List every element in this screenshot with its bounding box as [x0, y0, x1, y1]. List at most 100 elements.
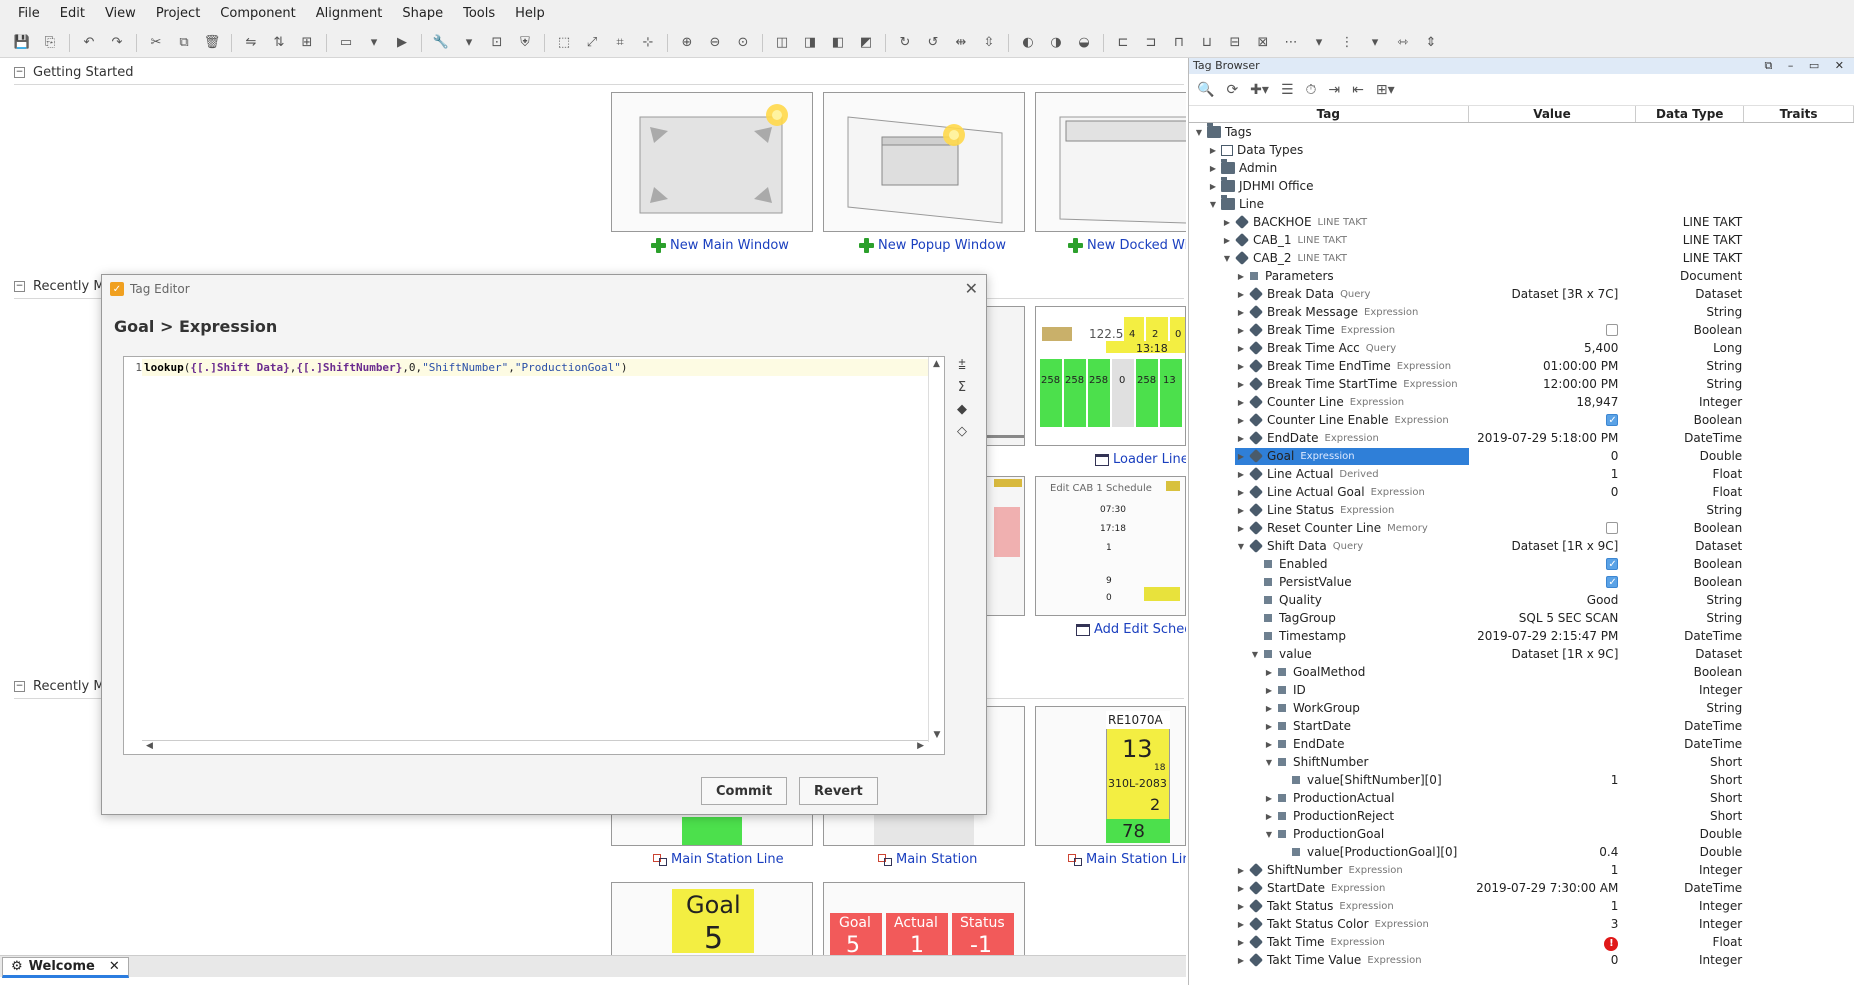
- function-sigma-icon[interactable]: Σ: [958, 380, 966, 395]
- vertical-scrollbar[interactable]: ▲ ▼: [928, 357, 944, 742]
- horizontal-scrollbar[interactable]: ◀ ▶: [142, 740, 928, 754]
- table-view-icon[interactable]: ⊞▾: [1376, 82, 1395, 98]
- collapsed-arrow-icon[interactable]: ▶: [1235, 380, 1247, 389]
- tag-row[interactable]: ▼ ProductionGoal Double: [1189, 825, 1854, 843]
- zoom-reset-icon[interactable]: ⊙: [731, 32, 755, 54]
- tag-row[interactable]: Timestamp 2019-07-29 2:15:47 PM DateTime: [1189, 627, 1854, 645]
- scroll-left-icon[interactable]: ◀: [146, 741, 153, 751]
- collapse-icon[interactable]: −: [14, 66, 25, 78]
- stack-icon[interactable]: ☰: [1281, 82, 1294, 98]
- history-icon[interactable]: ⏱: [1306, 82, 1317, 98]
- undo-icon[interactable]: ↶: [77, 32, 101, 54]
- tag-row[interactable]: ▶ Counter Line Enable Expression Boolean: [1189, 411, 1854, 430]
- collapsed-arrow-icon[interactable]: ▶: [1207, 182, 1219, 191]
- collapsed-arrow-icon[interactable]: ▶: [1235, 434, 1247, 443]
- tab-welcome[interactable]: ⚙ Welcome ✕: [2, 957, 129, 978]
- scroll-right-icon[interactable]: ▶: [917, 741, 924, 751]
- align-left-icon[interactable]: ⊏: [1111, 32, 1135, 54]
- menu-project[interactable]: Project: [146, 0, 210, 28]
- tag-row[interactable]: ▶ ShiftNumber Expression 1 Integer: [1189, 861, 1854, 879]
- tag-row[interactable]: ▶ WorkGroup String: [1189, 699, 1854, 717]
- tag-row[interactable]: ▶ Admin: [1189, 159, 1854, 177]
- collapse-icon[interactable]: −: [14, 680, 25, 692]
- flip-vertical-icon[interactable]: ⇅: [267, 32, 291, 54]
- section-recently-modified-2[interactable]: − Recently Mo: [14, 676, 113, 696]
- distribute-icon[interactable]: ⋯: [1279, 32, 1303, 54]
- collapsed-arrow-icon[interactable]: ▶: [1235, 308, 1247, 317]
- tag-row[interactable]: ▶ ProductionActual Short: [1189, 789, 1854, 807]
- crop-icon[interactable]: ⌗: [608, 32, 632, 54]
- panel-titlebar[interactable]: Tag Browser ⧉ – ▭ ✕: [1189, 58, 1854, 74]
- difference-icon[interactable]: ◑: [1044, 32, 1068, 54]
- tag-label-group[interactable]: value[ShiftNumber][0]: [1277, 772, 1469, 789]
- expanded-arrow-icon[interactable]: ▼: [1263, 758, 1275, 767]
- collapsed-arrow-icon[interactable]: ▶: [1235, 488, 1247, 497]
- collapsed-arrow-icon[interactable]: ▶: [1221, 236, 1233, 245]
- collapsed-arrow-icon[interactable]: ▶: [1235, 956, 1247, 965]
- dropdown-icon[interactable]: ▾: [457, 32, 481, 54]
- tag-row[interactable]: ▶ Reset Counter Line Memory Boolean: [1189, 519, 1854, 537]
- new-popup-window-card[interactable]: [823, 92, 1025, 232]
- shield-icon[interactable]: ⛨: [513, 32, 537, 54]
- play-icon[interactable]: ▶: [390, 32, 414, 54]
- tag-label-group[interactable]: ▶ Counter Line Enable Expression: [1235, 412, 1469, 429]
- collapsed-arrow-icon[interactable]: ▶: [1235, 452, 1247, 461]
- collapsed-arrow-icon[interactable]: ▶: [1235, 416, 1247, 425]
- column-value[interactable]: Value: [1469, 106, 1637, 122]
- same-width-icon[interactable]: ⇿: [1391, 32, 1415, 54]
- bring-front-icon[interactable]: ◫: [770, 32, 794, 54]
- tag-row[interactable]: ▶ JDHMI Office: [1189, 177, 1854, 195]
- expanded-arrow-icon[interactable]: ▼: [1263, 830, 1275, 839]
- tag-row[interactable]: ▼ ShiftNumber Short: [1189, 753, 1854, 771]
- cut-icon[interactable]: ✂: [144, 32, 168, 54]
- tag-row[interactable]: value[ShiftNumber][0] 1 Short: [1189, 771, 1854, 789]
- tag-label-group[interactable]: ▶ Break Data Query: [1235, 286, 1469, 303]
- tag-label-group[interactable]: ▶ Reset Counter Line Memory: [1235, 520, 1469, 537]
- new-main-window-link[interactable]: New Main Window: [651, 238, 789, 253]
- tag-label-group[interactable]: ▶ EndDate Expression: [1235, 430, 1469, 447]
- tag-row[interactable]: ▶ EndDate Expression 2019-07-29 5:18:00 PM D…: [1189, 429, 1854, 447]
- collapsed-arrow-icon[interactable]: ▶: [1263, 668, 1275, 677]
- tag-row[interactable]: TagGroup SQL 5 SEC SCAN String: [1189, 609, 1854, 627]
- copy-icon[interactable]: ⧉: [172, 32, 196, 54]
- revert-button[interactable]: Revert: [799, 777, 878, 805]
- main-station-line-2-link[interactable]: Main Station Line: [1068, 852, 1186, 867]
- tag-label-group[interactable]: ▶ Line Status Expression: [1235, 502, 1469, 519]
- dropdown-icon[interactable]: ▾: [1307, 32, 1331, 54]
- tag-label-group[interactable]: ▼ CAB_2 LINE TAKT: [1221, 250, 1469, 267]
- zoom-in-icon[interactable]: ⊕: [675, 32, 699, 54]
- goal-actual-status-card[interactable]: Goal 5 Actual 1 Status -1: [823, 882, 1025, 955]
- snap-icon[interactable]: ⊞: [295, 32, 319, 54]
- tag-label-group[interactable]: ▶ Line Actual Goal Expression: [1235, 484, 1469, 501]
- loader-line-link[interactable]: Loader Line: [1095, 452, 1186, 467]
- collapsed-arrow-icon[interactable]: ▶: [1235, 362, 1247, 371]
- collapsed-arrow-icon[interactable]: ▶: [1235, 866, 1247, 875]
- tag-row[interactable]: ▶ Break Time Acc Query 5,400 Long: [1189, 339, 1854, 357]
- tag-label-group[interactable]: ▶ ID: [1263, 682, 1469, 699]
- panel-window-buttons[interactable]: ⧉ – ▭ ✕: [1765, 58, 1850, 74]
- tag-label-group[interactable]: ▼ value: [1249, 646, 1469, 663]
- main-station-link[interactable]: Main Station: [878, 852, 977, 867]
- align-center-icon[interactable]: ⊐: [1139, 32, 1163, 54]
- scroll-up-icon[interactable]: ▲: [929, 359, 944, 369]
- tag-label-group[interactable]: ▶ EndDate: [1263, 736, 1469, 753]
- tag-row[interactable]: ▶ Takt Status Expression 1 Integer: [1189, 897, 1854, 915]
- expanded-arrow-icon[interactable]: ▼: [1235, 542, 1247, 551]
- tag-label-group[interactable]: ▶ Counter Line Expression: [1235, 394, 1469, 411]
- menu-edit[interactable]: Edit: [50, 0, 95, 28]
- tag-row[interactable]: ▶ Parameters Document: [1189, 267, 1854, 285]
- tag-row[interactable]: ▶ Break Message Expression String: [1189, 303, 1854, 321]
- dropdown-icon[interactable]: ▾: [1363, 32, 1387, 54]
- refresh-icon[interactable]: ⟳: [1226, 82, 1238, 98]
- tag-row[interactable]: ▶ Break Time Expression Boolean: [1189, 321, 1854, 339]
- expanded-arrow-icon[interactable]: ▼: [1207, 200, 1219, 209]
- tag-row[interactable]: ▶ EndDate DateTime: [1189, 735, 1854, 753]
- tag-label-group[interactable]: ▶ BACKHOE LINE TAKT: [1221, 214, 1469, 231]
- tag-row[interactable]: ▶ Line Actual Derived 1 Float: [1189, 465, 1854, 483]
- close-icon[interactable]: ✕: [965, 279, 978, 298]
- export-icon[interactable]: ⇤: [1352, 82, 1364, 98]
- tag-label-group[interactable]: ▶ CAB_1 LINE TAKT: [1221, 232, 1469, 249]
- align-right-icon[interactable]: ⊓: [1167, 32, 1191, 54]
- tag-label-group[interactable]: ▶ Break Time Expression: [1235, 322, 1469, 339]
- bring-forward-icon[interactable]: ◨: [798, 32, 822, 54]
